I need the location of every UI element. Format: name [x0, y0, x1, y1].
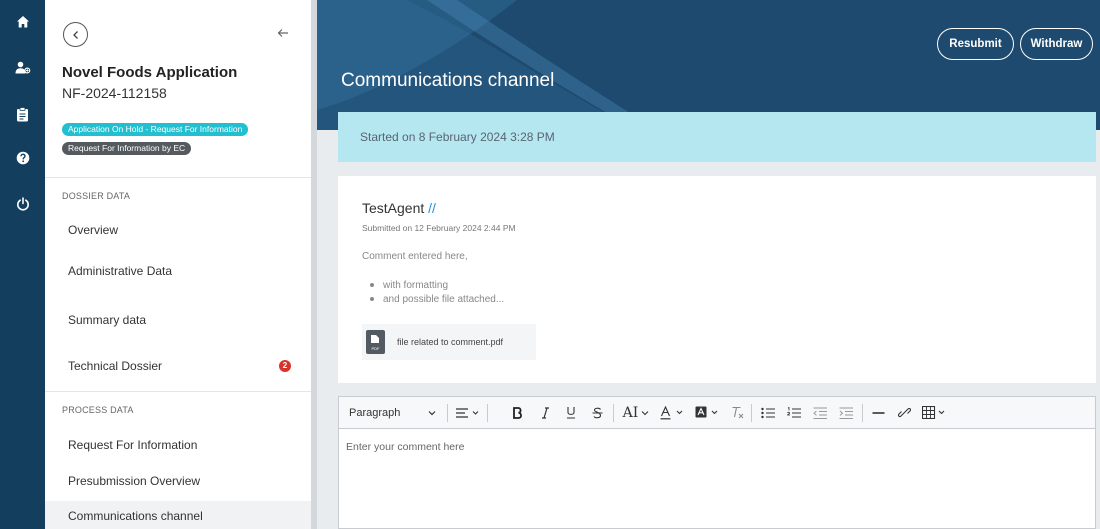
toolbar-separator — [447, 404, 448, 422]
section-label-dossier: DOSSIER DATA — [62, 191, 131, 201]
application-title: Novel Foods Application — [62, 64, 238, 81]
pdf-file-icon: PDF — [366, 330, 385, 354]
sidebar-item-presubmission-overview[interactable]: Presubmission Overview — [45, 466, 311, 496]
font-size-dropdown[interactable]: AI — [619, 397, 653, 428]
align-icon[interactable] — [453, 397, 483, 428]
resubmit-button[interactable]: Resubmit — [937, 28, 1014, 60]
attachment-file[interactable]: PDF file related to comment.pdf — [362, 324, 536, 360]
page-title: Communications channel — [341, 70, 555, 91]
comment-author-suffix: // — [428, 200, 436, 216]
collapse-sidebar-button[interactable] — [276, 26, 290, 40]
paragraph-style-dropdown[interactable]: Paragraph — [349, 397, 400, 428]
user-group-icon[interactable] — [0, 56, 45, 80]
help-icon[interactable] — [0, 146, 45, 170]
sidebar-item-administrative-data[interactable]: Administrative Data — [45, 256, 311, 286]
status-badge-on-hold: Application On Hold - Request For Inform… — [62, 123, 249, 136]
comment-timestamp: Submitted on 12 February 2024 2:44 PM — [362, 223, 516, 233]
sidebar-item-request-for-information[interactable]: Request For Information — [45, 430, 311, 460]
comment-author-name: TestAgent — [362, 200, 425, 216]
horizontal-line-icon[interactable] — [867, 397, 889, 428]
notification-count-badge: 2 — [279, 360, 291, 372]
toolbar-separator — [751, 404, 752, 422]
comment-editor: Paragraph AI Enter your comment here — [338, 396, 1096, 529]
icon-rail — [0, 0, 45, 529]
list-item: and possible file attached... — [370, 292, 504, 306]
back-button[interactable] — [63, 22, 88, 47]
sidebar-separator — [45, 391, 311, 392]
toolbar-separator — [862, 404, 863, 422]
comment-author: TestAgent // — [362, 200, 436, 216]
section-label-process: PROCESS DATA — [62, 405, 134, 415]
clipboard-icon[interactable] — [0, 102, 45, 126]
sidebar-item-overview[interactable]: Overview — [45, 215, 311, 245]
numbered-list-icon[interactable] — [783, 397, 805, 428]
sidebar-item-technical-dossier[interactable]: Technical Dossier — [45, 351, 311, 381]
status-badge-rfi: Request For Information by EC — [62, 142, 192, 155]
comment-text: Comment entered here, — [362, 251, 468, 262]
bold-icon[interactable] — [509, 397, 527, 428]
arrow-left-icon — [277, 29, 288, 37]
started-banner: Started on 8 February 2024 3:28 PM — [338, 112, 1096, 162]
outdent-icon[interactable] — [809, 397, 831, 428]
list-item: with formatting — [370, 278, 504, 292]
toolbar-separator — [487, 404, 488, 422]
underline-icon[interactable] — [562, 397, 580, 428]
paragraph-style-label: Paragraph — [349, 406, 401, 419]
chevron-down-icon[interactable] — [425, 397, 439, 428]
link-icon[interactable] — [893, 397, 915, 428]
italic-icon[interactable] — [536, 397, 554, 428]
editor-toolbar: Paragraph AI — [339, 397, 1095, 429]
clear-formatting-icon[interactable] — [727, 397, 747, 428]
font-size-label: AI — [622, 404, 639, 421]
home-icon[interactable] — [0, 10, 45, 34]
strikethrough-icon[interactable] — [588, 397, 606, 428]
header-wave-background — [317, 0, 657, 130]
font-color-icon[interactable] — [657, 397, 689, 428]
insert-table-icon[interactable] — [919, 397, 951, 428]
indent-icon[interactable] — [835, 397, 857, 428]
highlight-color-icon[interactable] — [692, 397, 724, 428]
comment-card: TestAgent // Submitted on 12 February 20… — [338, 176, 1096, 383]
application-id: NF-2024-112158 — [62, 85, 167, 101]
attachment-name: file related to comment.pdf — [397, 337, 504, 347]
chevron-left-icon — [72, 30, 78, 39]
power-icon[interactable] — [0, 192, 45, 216]
sidebar-separator — [45, 177, 311, 178]
sidebar-item-communications-channel[interactable]: Communications channel — [45, 501, 311, 529]
withdraw-button[interactable]: Withdraw — [1020, 28, 1093, 60]
bulleted-list-icon[interactable] — [757, 397, 779, 428]
page-header: Communications channel Resubmit Withdraw — [317, 0, 1100, 130]
comment-input[interactable]: Enter your comment here — [346, 441, 464, 453]
toolbar-separator — [613, 404, 614, 422]
sidebar-item-summary-data[interactable]: Summary data — [45, 305, 311, 335]
pdf-icon-label: PDF — [371, 346, 380, 351]
comment-bullet-list: with formatting and possible file attach… — [370, 278, 504, 306]
